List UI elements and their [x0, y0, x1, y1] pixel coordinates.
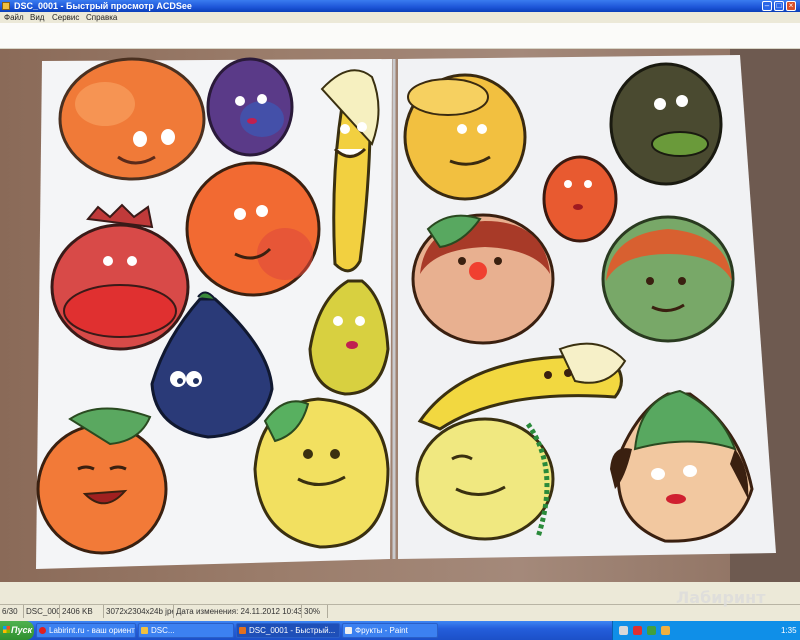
- app-icon: [2, 2, 10, 10]
- status-index: 6/30: [0, 605, 24, 618]
- menu-bar: Файл Вид Сервис Справка: [0, 12, 800, 23]
- mandarin-fruit: [185, 161, 321, 297]
- lemon-fruit-necklace: [415, 417, 555, 541]
- window-title: DSC_0001 - Быстрый просмотр ACDSee: [14, 1, 192, 11]
- close-button[interactable]: ×: [786, 1, 796, 11]
- start-button[interactable]: Пуск: [0, 621, 34, 640]
- task-label: DSC...: [151, 626, 175, 635]
- acdsee-window: DSC_0001 - Быстрый просмотр ACDSee – □ ×…: [0, 0, 800, 640]
- volume-icon[interactable]: [661, 626, 670, 635]
- windows-logo-icon: [3, 626, 10, 633]
- orange-fruit: [58, 57, 206, 181]
- folder-icon: [141, 627, 148, 634]
- status-dimensions: 3072x2304x24b jpeg: [106, 605, 174, 618]
- task-label: DSC_0001 - Быстрый...: [249, 626, 336, 635]
- taskbar: Пуск Labirint.ru - ваш ориентир... DSC..…: [0, 621, 800, 640]
- apple-fruit-green: [601, 215, 735, 343]
- menu-help[interactable]: Справка: [86, 12, 117, 23]
- coloring-book-photo: [36, 49, 800, 582]
- menu-view[interactable]: Вид: [30, 12, 44, 23]
- task-folder[interactable]: DSC...: [138, 623, 234, 638]
- status-modified: Дата изменения: 24.11.2012 10:43:10: [176, 605, 302, 618]
- lemon-with-hat: [403, 73, 527, 201]
- quince-fruit: [253, 397, 390, 549]
- title-bar[interactable]: DSC_0001 - Быстрый просмотр ACDSee – □ ×: [0, 0, 800, 12]
- status-filesize: 2406 KB: [60, 605, 104, 618]
- status-zoom: 30%: [302, 605, 328, 618]
- plum-fruit: [206, 57, 294, 157]
- start-label: Пуск: [11, 625, 33, 635]
- system-tray: 1:35: [612, 621, 800, 640]
- acdsee-icon: [239, 627, 246, 634]
- minimize-button[interactable]: –: [762, 1, 772, 11]
- clock[interactable]: 1:35: [781, 621, 797, 640]
- network-icon[interactable]: [647, 626, 656, 635]
- task-acdsee[interactable]: DSC_0001 - Быстрый...: [236, 623, 340, 638]
- task-browser[interactable]: Labirint.ru - ваш ориентир...: [36, 623, 136, 638]
- task-label: Labirint.ru - ваш ориентир...: [49, 626, 135, 635]
- menu-file[interactable]: Файл: [4, 12, 24, 23]
- status-filename: DSC_0001: [24, 605, 60, 618]
- labirint-watermark: Лабиринт: [676, 588, 766, 607]
- image-viewer[interactable]: [0, 49, 800, 582]
- kiwi-fruit: [609, 62, 723, 186]
- opera-icon: [39, 627, 46, 634]
- task-label: Фрукты - Paint: [355, 626, 408, 635]
- language-icon[interactable]: [619, 626, 628, 635]
- apple-fruit-red-hair: [411, 213, 555, 345]
- apricot-fruit: [542, 155, 618, 243]
- antivirus-icon[interactable]: [633, 626, 642, 635]
- paint-icon: [345, 627, 352, 634]
- maximize-button[interactable]: □: [774, 1, 784, 11]
- menu-tools[interactable]: Сервис: [52, 12, 79, 23]
- task-paint[interactable]: Фрукты - Paint: [342, 623, 438, 638]
- toolbar: [0, 23, 800, 49]
